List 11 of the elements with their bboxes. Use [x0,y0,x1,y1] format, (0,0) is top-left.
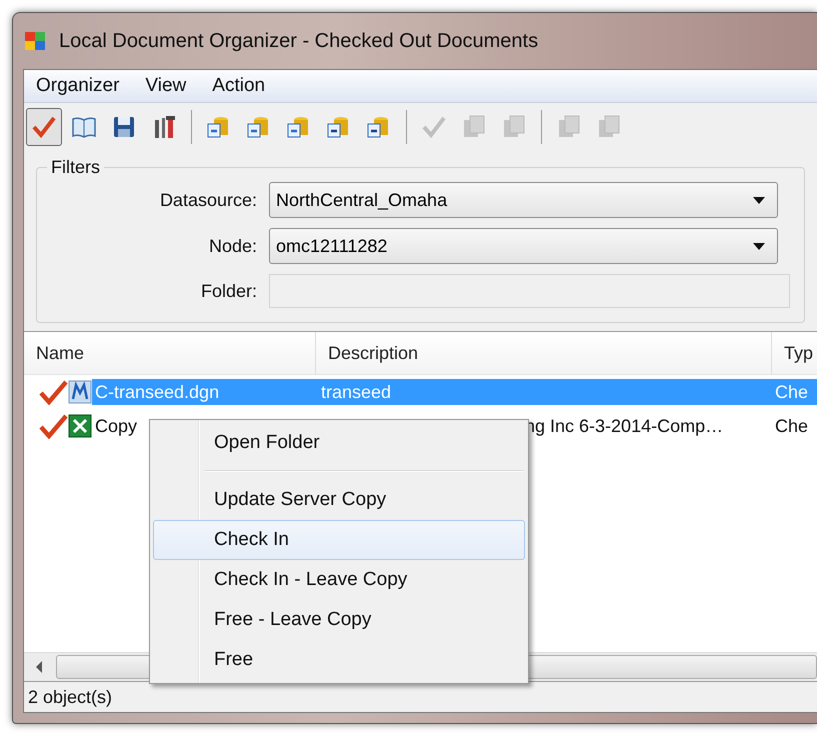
table-cell: Che [775,416,808,436]
table-cell-text: C-transeed.dgn [94,382,220,402]
table-cell: Che [775,382,808,402]
window-title: Local Document Organizer - Checked Out Documents [59,30,538,52]
group-title: Filters [50,157,101,178]
field-label: Folder: [200,280,257,302]
field-label: Datasource: [158,190,257,210]
status-text: 2 object(s) [28,686,112,708]
table-cell-text: Copy [94,416,138,436]
table-cell-text: transeed [320,382,392,402]
field-label: Node: [208,236,257,256]
